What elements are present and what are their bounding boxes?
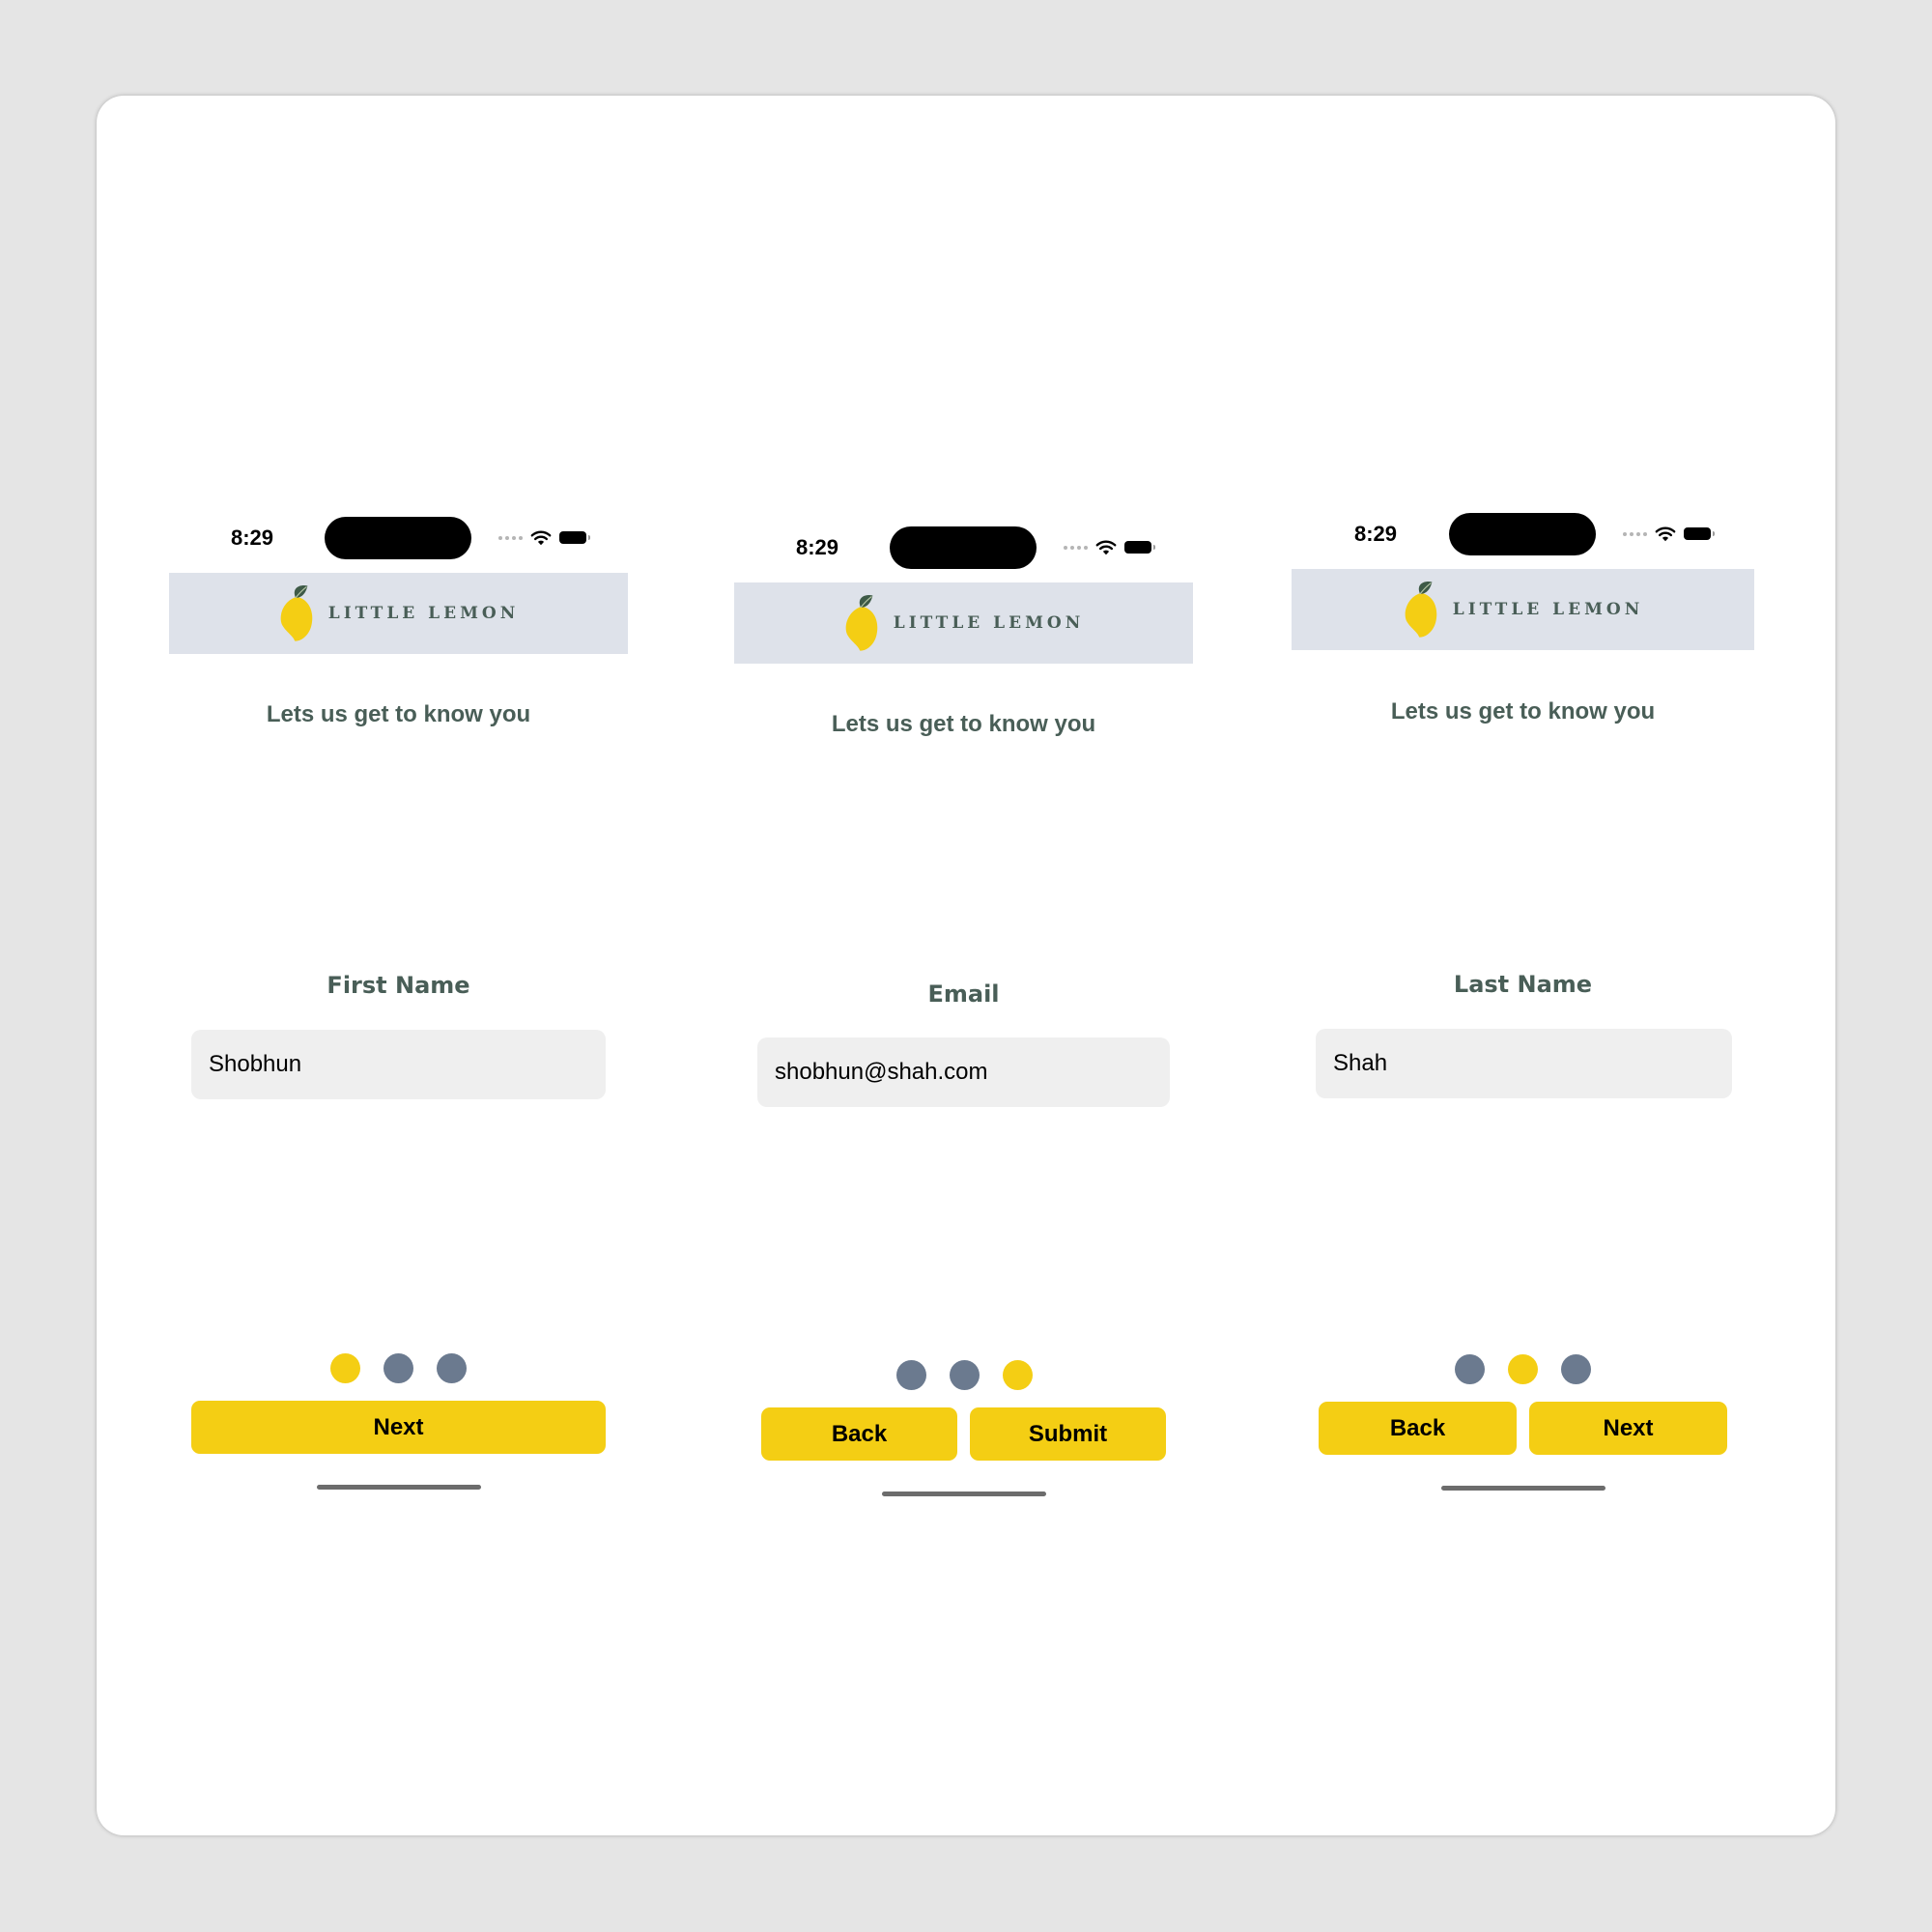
page-indicator [330, 1353, 467, 1383]
page-dot-1 [1455, 1354, 1485, 1384]
page-dot-1 [896, 1360, 926, 1390]
page-dot-1 [330, 1353, 360, 1383]
page-indicator [896, 1360, 1033, 1390]
last-name-input[interactable] [1316, 1029, 1732, 1098]
page-dot-3 [437, 1353, 467, 1383]
dynamic-island [325, 517, 471, 559]
status-time: 8:29 [230, 526, 274, 550]
tagline: Lets us get to know you [266, 701, 531, 727]
home-indicator [1441, 1486, 1605, 1491]
page-dot-3 [1561, 1354, 1591, 1384]
email-input[interactable] [757, 1037, 1170, 1107]
brand-name: LITTLE LEMON [1452, 600, 1644, 619]
app-header: LITTLE LEMON [734, 582, 1193, 664]
tagline: Lets us get to know you [1390, 698, 1656, 724]
lemon-icon [843, 593, 880, 653]
cellular-signal-icon [1623, 531, 1647, 536]
first-name-label: First Name [327, 972, 470, 999]
home-indicator [317, 1485, 481, 1490]
status-time: 8:29 [1353, 522, 1398, 546]
last-name-label: Last Name [1453, 971, 1593, 998]
status-icons [498, 529, 590, 546]
page-indicator [1455, 1354, 1591, 1384]
next-button[interactable]: Next [1529, 1402, 1727, 1455]
page-dot-3 [1003, 1360, 1033, 1390]
tagline: Lets us get to know you [831, 711, 1096, 737]
wifi-icon [1095, 539, 1117, 555]
submit-button[interactable]: Submit [970, 1407, 1166, 1461]
showcase-card [97, 96, 1835, 1835]
status-time: 8:29 [795, 535, 839, 559]
brand-name: LITTLE LEMON [327, 604, 520, 623]
dynamic-island [890, 526, 1037, 569]
lemon-icon [1403, 580, 1439, 639]
next-button[interactable]: Next [191, 1401, 606, 1454]
app-header: LITTLE LEMON [1292, 569, 1754, 650]
back-button[interactable]: Back [761, 1407, 957, 1461]
page-dot-2 [1508, 1354, 1538, 1384]
cellular-signal-icon [498, 535, 523, 540]
battery-icon [559, 531, 590, 544]
first-name-input[interactable] [191, 1030, 606, 1099]
page-dot-2 [950, 1360, 980, 1390]
battery-icon [1124, 541, 1155, 554]
home-indicator [882, 1492, 1046, 1496]
wifi-icon [530, 529, 552, 546]
dynamic-island [1449, 513, 1596, 555]
status-icons [1623, 526, 1715, 542]
back-button[interactable]: Back [1319, 1402, 1517, 1455]
brand-name: LITTLE LEMON [893, 613, 1085, 633]
wifi-icon [1655, 526, 1676, 542]
status-icons [1064, 539, 1155, 555]
app-header: LITTLE LEMON [169, 573, 628, 654]
cellular-signal-icon [1064, 545, 1088, 550]
email-label: Email [927, 980, 1000, 1008]
lemon-icon [278, 583, 315, 643]
battery-icon [1684, 527, 1715, 540]
page-dot-2 [384, 1353, 413, 1383]
